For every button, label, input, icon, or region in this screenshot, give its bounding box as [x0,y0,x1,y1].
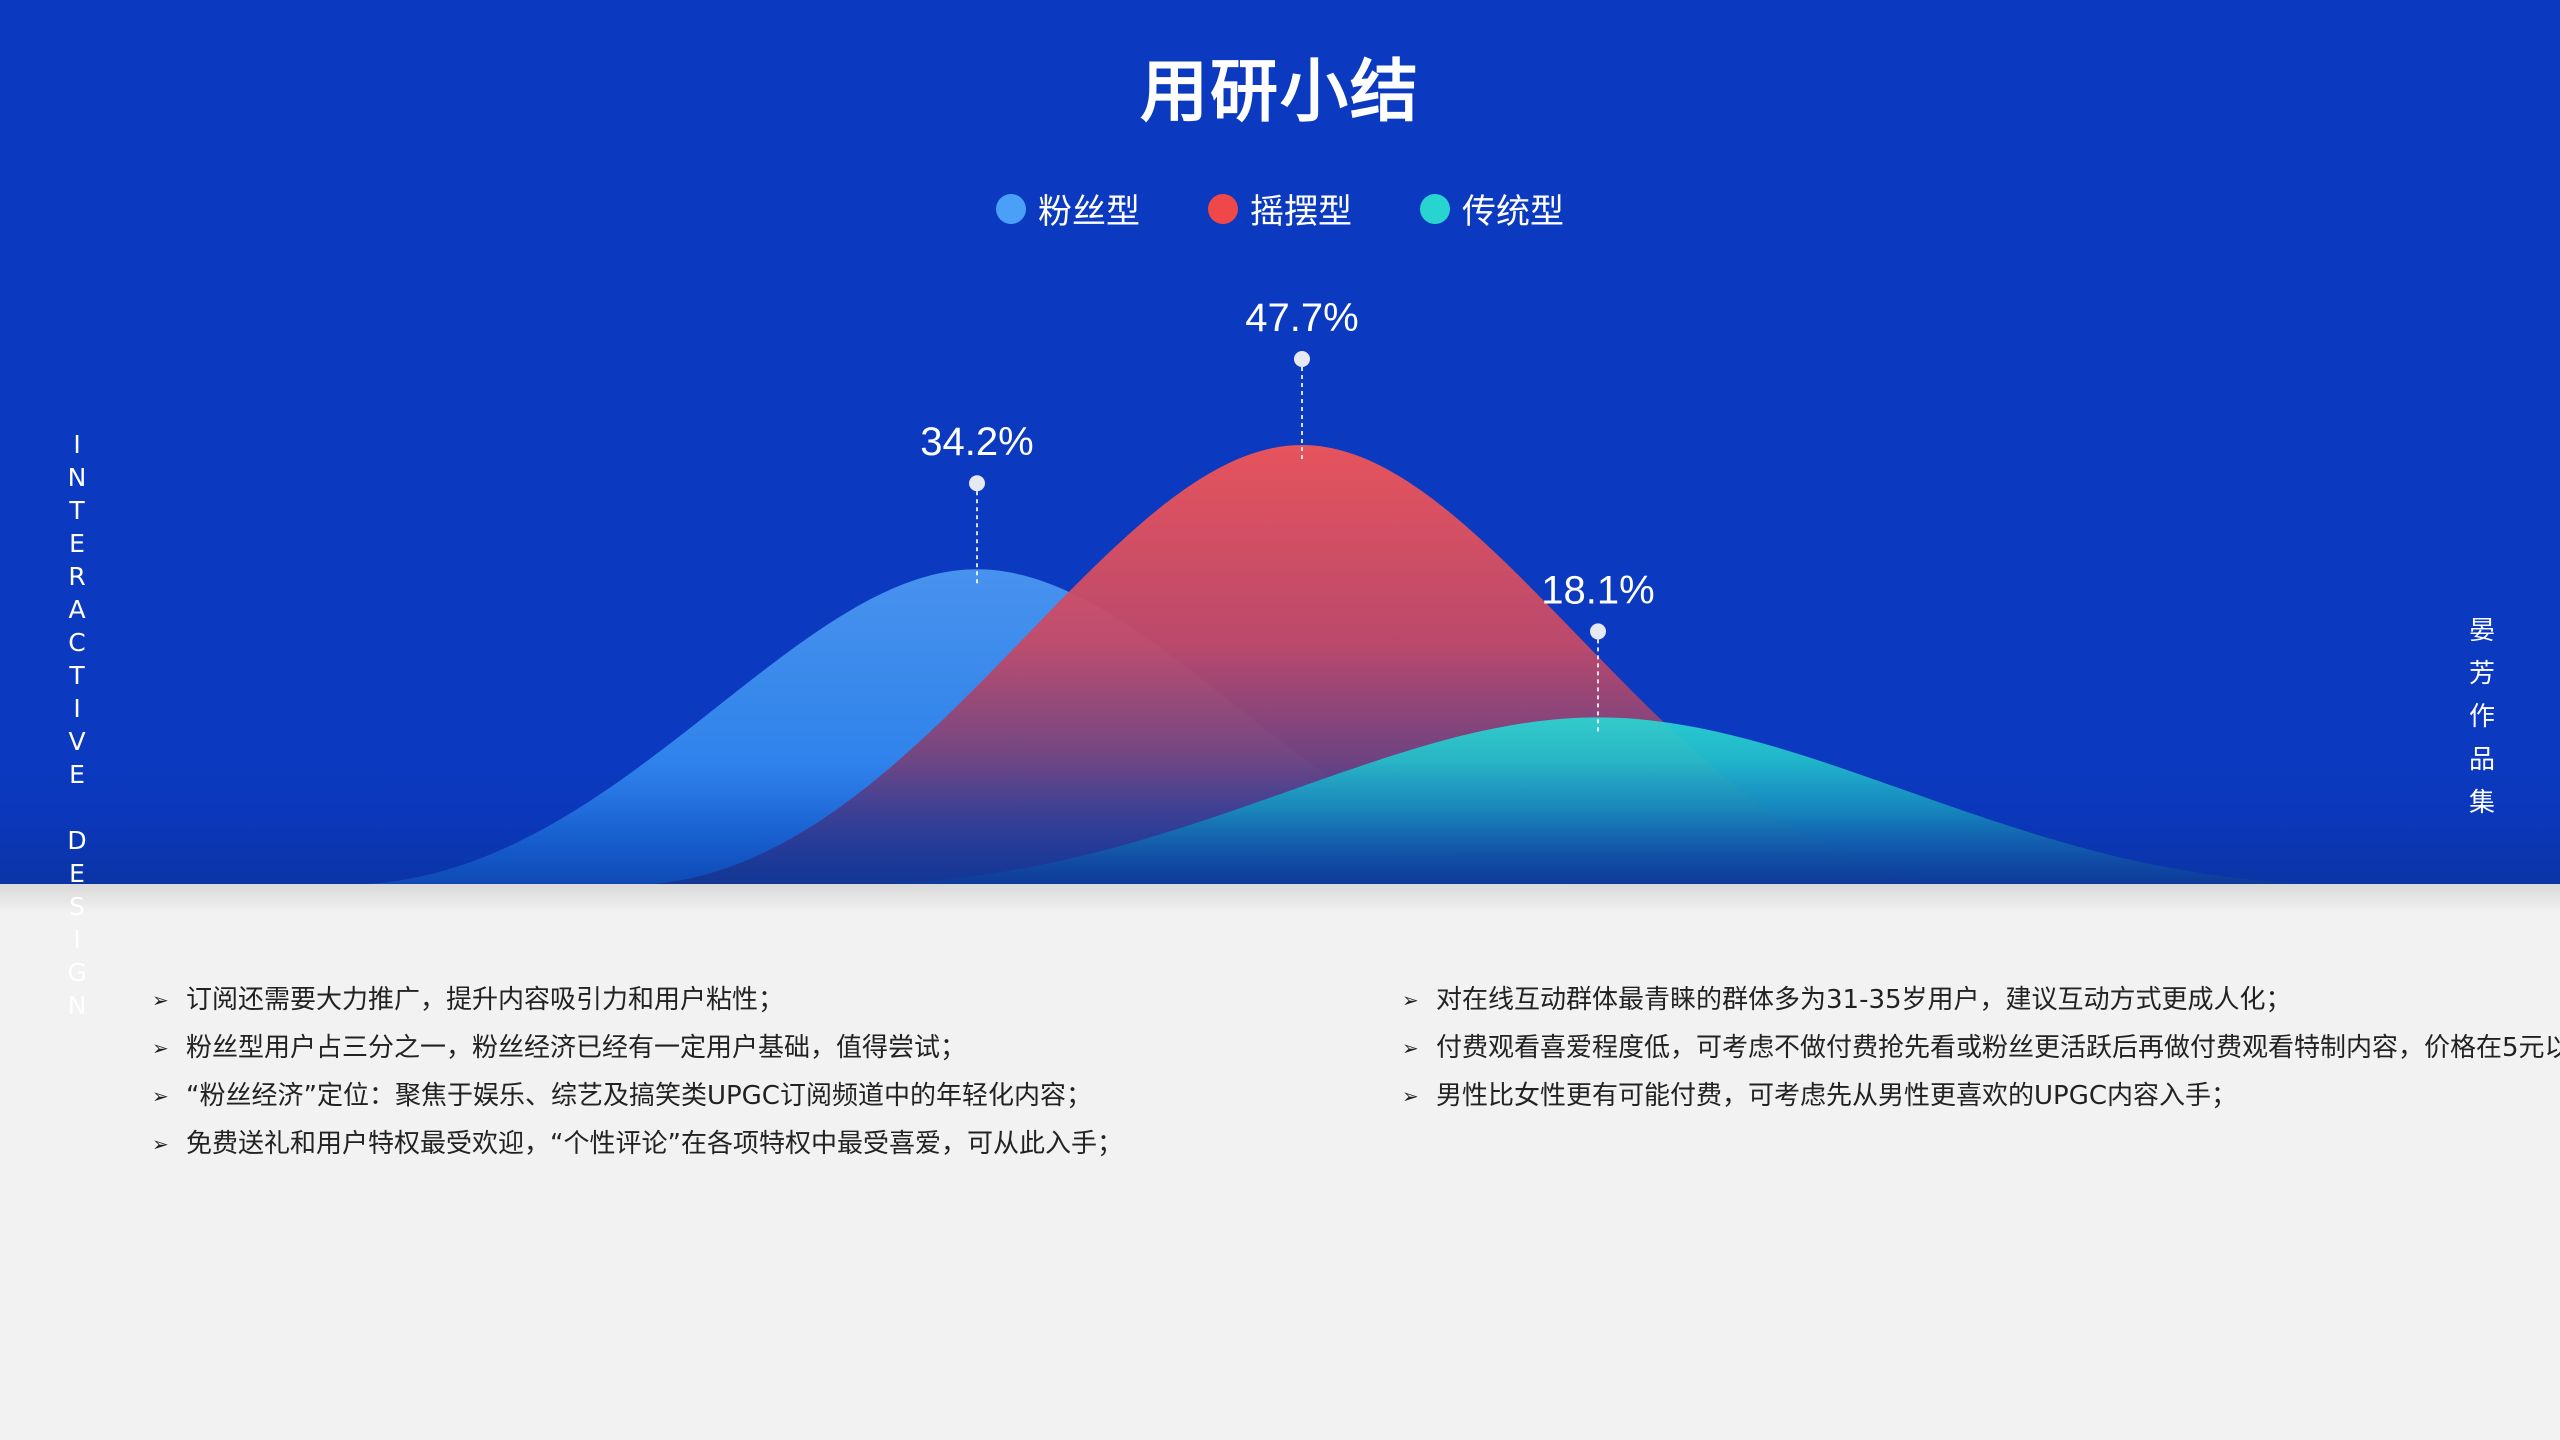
legend-item-fans: 粉丝型 [996,184,1140,233]
legend-dot-traditional [1420,193,1450,224]
page-title: 用研小结 [1139,53,1420,132]
side-letter: C [68,628,86,657]
side-letter: T [69,496,85,525]
side-letter: S [69,892,85,921]
note-item: 订阅还需要大力推广，提升内容吸引力和用户粘性； [152,976,1352,1024]
side-char: 芳 [2468,659,2495,689]
side-letter: R [68,562,86,591]
legend-item-swing: 摇摆型 [1208,184,1352,233]
note-item: 付费观看喜爱程度低，可考虑不做付费抢先看或粉丝更活跃后再做付费观看特制内容，价格… [1402,1024,2560,1072]
side-letter [62,791,92,824]
side-letter: I [73,694,81,723]
side-char: 品 [2468,745,2495,775]
legend-label-fans: 粉丝型 [1038,192,1140,232]
side-letter: E [69,859,85,888]
side-letter: E [69,760,85,789]
marker-dot [1294,351,1310,367]
note-item: 粉丝型用户占三分之一，粉丝经济已经有一定用户基础，值得尝试； [152,1024,1352,1072]
marker-dot [1590,623,1606,640]
side-letter: I [73,430,81,459]
legend-label-swing: 摇摆型 [1250,192,1352,232]
data-label: 18.1% [1541,568,1654,612]
side-letter: T [69,661,85,690]
side-letter: G [67,958,87,987]
chart-legend: 粉丝型 摇摆型 传统型 [0,184,2560,233]
marker-dot [969,475,985,492]
side-letter: A [68,595,86,624]
notes-right-column: 对在线互动群体最青睐的群体多为31-35岁用户，建议互动方式更成人化；付费观看喜… [1402,976,2560,1120]
data-label: 34.2% [920,420,1033,464]
note-item: 男性比女性更有可能付费，可考虑先从男性更喜欢的UPGC内容入手； [1402,1072,2482,1120]
data-label: 47.7% [1245,296,1358,340]
side-letter: N [67,991,87,1020]
side-letter: N [67,463,87,492]
note-item: 免费送礼和用户特权最受欢迎，“个性评论”在各项特权中最受喜爱，可从此入手； [152,1120,1352,1168]
side-letter: V [68,727,86,756]
legend-dot-fans [996,193,1026,224]
hero-banner: 34.2% 47.7% 18.1% 用研小结 粉丝型 摇摆型 传统型 [0,0,2560,884]
legend-label-traditional: 传统型 [1462,192,1564,232]
note-item: 对在线互动群体最青睐的群体多为31-35岁用户，建议互动方式更成人化； [1402,976,2482,1024]
page: 34.2% 47.7% 18.1% 用研小结 粉丝型 摇摆型 传统型 INTERAC… [0,0,2560,1440]
side-letter: I [73,925,81,954]
legend-item-traditional: 传统型 [1420,184,1564,233]
side-char: 作 [2468,702,2495,732]
notes-right-list: 对在线互动群体最青睐的群体多为31-35岁用户，建议互动方式更成人化；付费观看喜… [1402,976,2560,1120]
notes-left-list: 订阅还需要大力推广，提升内容吸引力和用户粘性；粉丝型用户占三分之一，粉丝经济已经… [152,976,1352,1168]
legend-dot-swing [1208,193,1238,224]
side-char: 晏 [2468,616,2495,646]
notes-left-column: 订阅还需要大力推广，提升内容吸引力和用户粘性；粉丝型用户占三分之一，粉丝经济已经… [152,976,1352,1168]
hero-shadow [0,884,2560,914]
note-item: “粉丝经济”定位：聚焦于娱乐、综艺及搞笑类UPGC订阅频道中的年轻化内容； [152,1072,1352,1120]
side-letter: D [67,826,87,855]
side-text-portfolio: 晏芳作品集 [2464,610,2500,825]
side-char: 集 [2468,788,2495,818]
side-letter: E [69,529,85,558]
side-text-interactive-design: INTERACTIVE DESIGN [62,428,92,1022]
